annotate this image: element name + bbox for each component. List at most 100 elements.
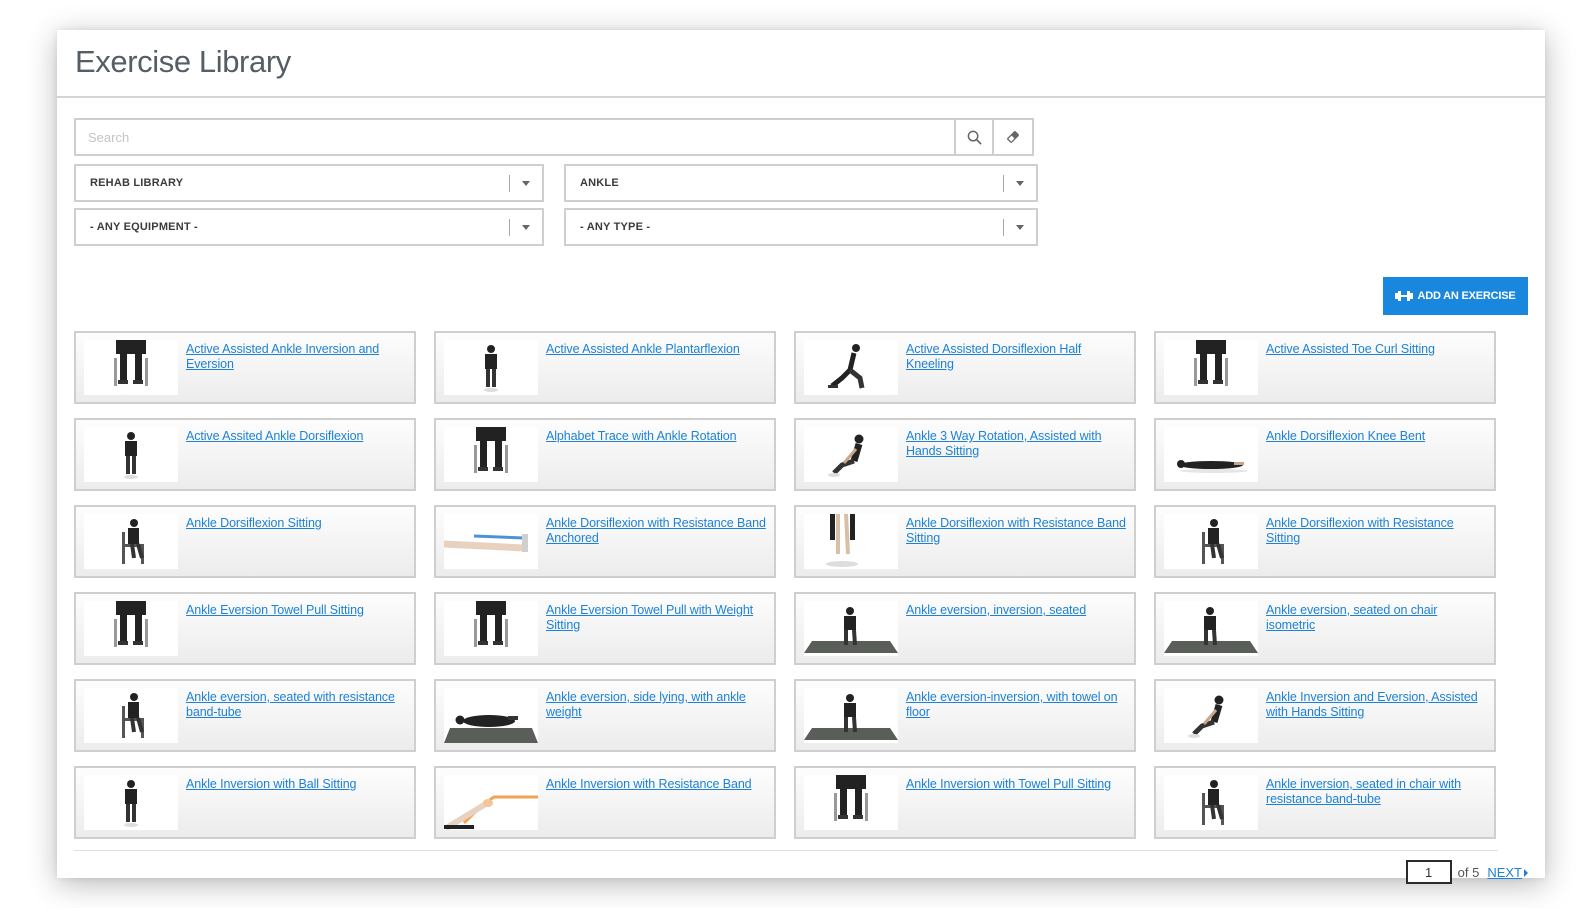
exercise-illustration [804, 607, 898, 653]
exercise-title-link[interactable]: Ankle eversion, inversion, seated [906, 603, 1086, 656]
exercise-card[interactable]: Active Assisted Ankle Inversion and Ever… [74, 331, 416, 404]
exercise-card[interactable]: Ankle eversion, inversion, seated [794, 592, 1136, 665]
exercise-card[interactable]: Ankle Dorsiflexion Knee Bent [1154, 418, 1496, 491]
exercise-title-link[interactable]: Ankle eversion, seated on chair isometri… [1266, 603, 1486, 656]
exercise-title-link[interactable]: Ankle Dorsiflexion Sitting [186, 516, 322, 569]
exercise-title-link[interactable]: Active Assisted Ankle Inversion and Ever… [186, 342, 406, 395]
library-select[interactable]: REHAB LIBRARY [74, 164, 544, 202]
exercise-thumbnail[interactable] [804, 688, 898, 743]
exercise-title-link[interactable]: Ankle Inversion with Ball Sitting [186, 777, 357, 830]
exercise-thumbnail[interactable] [444, 340, 538, 395]
exercise-title-link[interactable]: Ankle eversion, seated with resistance b… [186, 690, 406, 743]
exercise-card[interactable]: Ankle Dorsiflexion Sitting [74, 505, 416, 578]
exercise-card[interactable]: Ankle eversion-inversion, with towel on … [794, 679, 1136, 752]
exercise-card[interactable]: Ankle inversion, seated in chair with re… [1154, 766, 1496, 839]
type-select[interactable]: - ANY TYPE - [564, 208, 1038, 246]
exercise-card[interactable]: Ankle Inversion with Towel Pull Sitting [794, 766, 1136, 839]
exercise-thumbnail[interactable] [1164, 601, 1258, 656]
exercise-illustration [122, 519, 144, 564]
exercise-card[interactable]: Ankle Eversion Towel Pull with Weight Si… [434, 592, 776, 665]
exercise-card[interactable]: Active Assited Ankle Dorsiflexion [74, 418, 416, 491]
exercise-illustration [1188, 695, 1224, 738]
filter-selects: REHAB LIBRARY ANKLE - ANY EQUIPMENT - - … [74, 164, 1528, 246]
exercise-illustration [1202, 519, 1224, 564]
exercise-title-link[interactable]: Active Assited Ankle Dorsiflexion [186, 429, 363, 482]
body-part-select[interactable]: ANKLE [564, 164, 1038, 202]
exercise-thumbnail[interactable] [84, 688, 178, 743]
exercise-thumbnail[interactable] [1164, 775, 1258, 830]
exercise-title-link[interactable]: Ankle Eversion Towel Pull with Weight Si… [546, 603, 766, 656]
exercise-card[interactable]: Ankle Inversion with Ball Sitting [74, 766, 416, 839]
exercise-card[interactable]: Ankle eversion, seated on chair isometri… [1154, 592, 1496, 665]
type-select-value: - ANY TYPE - [580, 221, 651, 233]
exercise-title-link[interactable]: Active Assisted Toe Curl Sitting [1266, 342, 1435, 395]
exercise-card[interactable]: Ankle Inversion and Eversion, Assisted w… [1154, 679, 1496, 752]
exercise-card[interactable]: Active Assisted Dorsiflexion Half Kneeli… [794, 331, 1136, 404]
exercise-illustration [826, 514, 858, 567]
exercise-title-link[interactable]: Ankle eversion-inversion, with towel on … [906, 690, 1126, 743]
page-header: Exercise Library [57, 30, 1545, 98]
exercise-thumbnail[interactable] [804, 775, 898, 830]
exercise-thumbnail[interactable] [1164, 340, 1258, 395]
exercise-thumbnail[interactable] [804, 601, 898, 656]
exercise-thumbnail[interactable] [84, 427, 178, 482]
exercise-illustration [1164, 607, 1258, 653]
exercise-title-link[interactable]: Active Assisted Ankle Plantarflexion [546, 342, 740, 395]
app-window: Exercise Library REHA [57, 30, 1545, 884]
main-content: REHAB LIBRARY ANKLE - ANY EQUIPMENT - - … [74, 118, 1528, 884]
exercise-title-link[interactable]: Ankle Inversion and Eversion, Assisted w… [1266, 690, 1486, 743]
add-exercise-button[interactable]: ADD AN EXERCISE [1383, 277, 1528, 315]
exercise-thumbnail[interactable] [84, 775, 178, 830]
exercise-card[interactable]: Ankle Dorsiflexion with Resistance Sitti… [1154, 505, 1496, 578]
exercise-card[interactable]: Active Assisted Ankle Plantarflexion [434, 331, 776, 404]
exercise-title-link[interactable]: Ankle Inversion with Towel Pull Sitting [906, 777, 1111, 830]
exercise-title-link[interactable]: Ankle Dorsiflexion with Resistance Band … [546, 516, 766, 569]
exercise-illustration [828, 344, 865, 389]
select-divider [1003, 219, 1004, 236]
exercise-card[interactable]: Ankle 3 Way Rotation, Assisted with Hand… [794, 418, 1136, 491]
exercise-title-link[interactable]: Ankle Dorsiflexion with Resistance Sitti… [1266, 516, 1486, 569]
exercise-card[interactable]: Alphabet Trace with Ankle Rotation [434, 418, 776, 491]
exercise-title-link[interactable]: Active Assisted Dorsiflexion Half Kneeli… [906, 342, 1126, 395]
exercise-title-link[interactable]: Ankle Inversion with Resistance Band [546, 777, 752, 830]
exercise-thumbnail[interactable] [1164, 688, 1258, 743]
exercise-card[interactable]: Ankle Inversion with Resistance Band [434, 766, 776, 839]
exercise-card[interactable]: Ankle eversion, seated with resistance b… [74, 679, 416, 752]
exercise-thumbnail[interactable] [1164, 427, 1258, 482]
exercise-thumbnail[interactable] [84, 340, 178, 395]
exercise-thumbnail[interactable] [444, 775, 538, 830]
exercise-card[interactable]: Ankle Dorsiflexion with Resistance Band … [434, 505, 776, 578]
exercise-illustration [804, 694, 898, 740]
exercise-card[interactable]: Ankle eversion, side lying, with ankle w… [434, 679, 776, 752]
exercise-title-link[interactable]: Alphabet Trace with Ankle Rotation [546, 429, 737, 482]
search-input[interactable] [74, 118, 954, 156]
exercise-title-link[interactable]: Ankle eversion, side lying, with ankle w… [546, 690, 766, 743]
exercise-title-link[interactable]: Ankle inversion, seated in chair with re… [1266, 777, 1486, 830]
equipment-select-value: - ANY EQUIPMENT - [90, 221, 198, 233]
exercise-thumbnail[interactable] [804, 427, 898, 482]
next-page-link[interactable]: NEXT [1487, 865, 1528, 880]
exercise-thumbnail[interactable] [804, 514, 898, 569]
exercise-illustration [1177, 460, 1248, 473]
exercise-thumbnail[interactable] [1164, 514, 1258, 569]
exercise-card[interactable]: Ankle Dorsiflexion with Resistance Band … [794, 505, 1136, 578]
exercise-thumbnail[interactable] [444, 514, 538, 569]
exercise-thumbnail[interactable] [84, 514, 178, 569]
exercise-title-link[interactable]: Ankle Eversion Towel Pull Sitting [186, 603, 364, 656]
exercise-thumbnail[interactable] [444, 601, 538, 656]
equipment-select[interactable]: - ANY EQUIPMENT - [74, 208, 544, 246]
exercise-thumbnail[interactable] [444, 688, 538, 743]
exercise-title-link[interactable]: Ankle Dorsiflexion with Resistance Band … [906, 516, 1126, 569]
search-button[interactable] [954, 118, 994, 156]
clear-search-button[interactable] [994, 118, 1034, 156]
exercise-thumbnail[interactable] [444, 427, 538, 482]
chevron-down-icon [522, 225, 530, 230]
exercise-title-link[interactable]: Ankle Dorsiflexion Knee Bent [1266, 429, 1425, 482]
exercise-card[interactable]: Ankle Eversion Towel Pull Sitting [74, 592, 416, 665]
exercise-thumbnail[interactable] [804, 340, 898, 395]
exercise-title-link[interactable]: Ankle 3 Way Rotation, Assisted with Hand… [906, 429, 1126, 482]
footer-divider [74, 850, 1498, 851]
exercise-thumbnail[interactable] [84, 601, 178, 656]
page-number-input[interactable]: 1 [1405, 860, 1452, 884]
exercise-card[interactable]: Active Assisted Toe Curl Sitting [1154, 331, 1496, 404]
